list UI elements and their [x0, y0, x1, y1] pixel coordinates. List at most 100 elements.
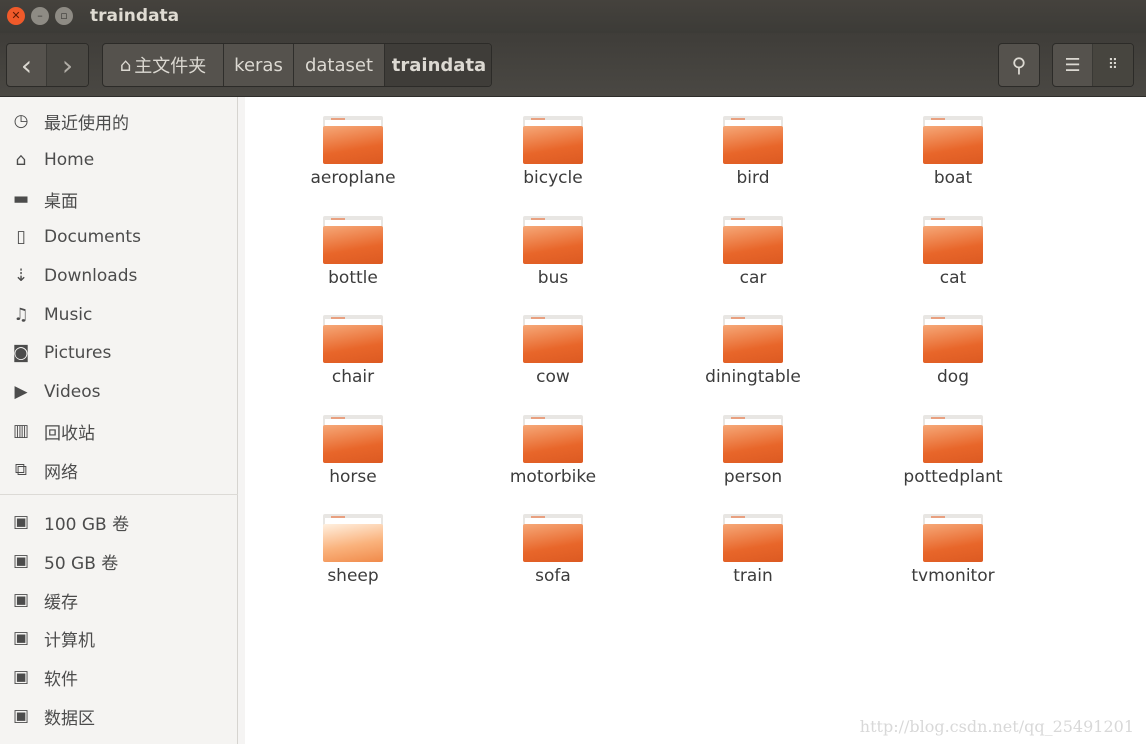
- list-view-icon[interactable]: ☰: [1053, 44, 1094, 86]
- disk-icon: ▣: [12, 706, 30, 726]
- folder-icon: [923, 414, 983, 463]
- breadcrumb-dataset[interactable]: dataset: [294, 44, 385, 86]
- folder-label: bus: [537, 267, 569, 288]
- window-title: traindata: [90, 6, 180, 26]
- clock-icon: ◷: [13, 111, 29, 131]
- forward-button[interactable]: ›: [47, 44, 88, 86]
- folder-item[interactable]: bicycle: [458, 116, 648, 206]
- folder-icon: [323, 514, 383, 562]
- folder-item[interactable]: bottle: [258, 215, 448, 306]
- folder-item[interactable]: pottedplant: [858, 414, 1048, 505]
- sidebar-item[interactable]: ▯ Documents: [0, 218, 238, 256]
- breadcrumb: ⌂ 主文件夹 keras dataset traindata: [102, 43, 492, 87]
- folder-icon: [523, 116, 583, 164]
- folder-item[interactable]: dog: [858, 315, 1048, 405]
- folder-icon: [723, 414, 783, 463]
- folder-item[interactable]: cat: [858, 215, 1048, 306]
- folder-icon: [323, 116, 383, 164]
- sidebar-item[interactable]: ⌂ Home: [0, 141, 238, 179]
- drive-icon: ▣: [12, 512, 30, 532]
- folder-label: train: [733, 566, 773, 586]
- folder-icon: [923, 514, 983, 562]
- sidebar-item-label: Music: [44, 305, 93, 325]
- breadcrumb-label: 主文件夹: [134, 56, 207, 77]
- sidebar-item[interactable]: ♫ Music: [0, 296, 238, 334]
- sidebar-item[interactable]: ▥ 回收站: [0, 412, 238, 450]
- folder-icon: [323, 215, 383, 264]
- sidebar-item[interactable]: ⇣ Downloads: [0, 257, 238, 295]
- network-icon: ⧉: [14, 460, 28, 480]
- sidebar-item-label: 100 GB 卷: [44, 514, 130, 535]
- sidebar-item[interactable]: ▣ 数据区: [0, 697, 238, 735]
- file-grid: aeroplane bicycle bird boat bottle bus car cat c…: [245, 97, 1146, 744]
- grid-view-icon[interactable]: ⠿: [1093, 44, 1133, 86]
- folder-label: dog: [937, 367, 969, 387]
- folder-icon: [923, 215, 983, 264]
- sidebar-item[interactable]: ▣ 100 GB 卷: [0, 503, 238, 541]
- sidebar-item-label: 回收站: [44, 423, 95, 444]
- disk-icon: ▣: [12, 628, 30, 648]
- folder-item[interactable]: boat: [858, 116, 1048, 206]
- sidebar-item[interactable]: ⧉ 网络: [0, 451, 238, 489]
- maximize-icon[interactable]: ▫: [55, 7, 73, 25]
- folder-icon: [323, 414, 383, 463]
- folder-item[interactable]: diningtable: [658, 315, 848, 405]
- sidebar-item[interactable]: ▣ 计算机: [0, 619, 238, 657]
- close-icon[interactable]: ✕: [7, 7, 25, 25]
- sidebar-item-label: Downloads: [44, 266, 138, 286]
- folder-label: pottedplant: [903, 466, 1003, 487]
- sidebar-item-label: Pictures: [44, 343, 112, 363]
- toolbar: ‹ › ⌂ 主文件夹 keras dataset traindata ⚲ ☰ ⠿: [0, 33, 1146, 97]
- sidebar-item-label: 桌面: [44, 191, 78, 212]
- sidebar-item[interactable]: ◙ Pictures: [0, 334, 238, 372]
- search-icon: ⚲: [1011, 53, 1027, 77]
- sidebar-item[interactable]: ▣ 软件: [0, 658, 238, 696]
- breadcrumb-home[interactable]: ⌂ 主文件夹: [103, 44, 224, 86]
- folder-item[interactable]: horse: [258, 414, 448, 505]
- home-icon: ⌂: [15, 150, 27, 170]
- folder-icon: [923, 116, 983, 164]
- document-icon: ▯: [16, 227, 26, 247]
- search-button[interactable]: ⚲: [998, 43, 1040, 87]
- folder-item[interactable]: tvmonitor: [858, 514, 1048, 604]
- minimize-icon[interactable]: –: [31, 7, 49, 25]
- breadcrumb-keras[interactable]: keras: [224, 44, 294, 86]
- folder-item[interactable]: chair: [258, 315, 448, 405]
- folder-label: boat: [933, 168, 973, 188]
- folder-icon: [723, 215, 783, 264]
- sidebar-item[interactable]: ◷ 最近使用的: [0, 102, 238, 140]
- sidebar-item-label: Videos: [44, 382, 101, 402]
- home-icon: ⌂: [119, 54, 132, 76]
- folder-item[interactable]: bird: [658, 116, 848, 206]
- view-toggle: ☰ ⠿: [1052, 43, 1134, 87]
- folder-item[interactable]: person: [658, 414, 848, 505]
- folder-label: bird: [736, 168, 770, 188]
- sidebar-item[interactable]: ▣ 缓存: [0, 581, 238, 619]
- breadcrumb-traindata[interactable]: traindata: [385, 44, 491, 86]
- camera-icon: ◙: [12, 343, 30, 363]
- folder-item[interactable]: sofa: [458, 514, 648, 604]
- folder-item[interactable]: train: [658, 514, 848, 604]
- folder-item[interactable]: cow: [458, 315, 648, 405]
- folder-label: bicycle: [523, 168, 583, 188]
- folder-item[interactable]: sheep: [258, 514, 448, 604]
- nav-buttons: ‹ ›: [6, 43, 89, 87]
- music-icon: ♫: [13, 305, 29, 325]
- sidebar-item[interactable]: ▶ Videos: [0, 373, 238, 411]
- folder-item[interactable]: car: [658, 215, 848, 306]
- sidebar-item[interactable]: ▬ 桌面: [0, 180, 238, 218]
- folder-item[interactable]: aeroplane: [258, 116, 448, 206]
- sidebar-item-label: 缓存: [44, 592, 78, 613]
- sidebar-item-label: 最近使用的: [44, 113, 129, 134]
- back-button[interactable]: ‹: [7, 44, 48, 86]
- folder-label: person: [723, 466, 783, 487]
- sidebar-item-label: 数据区: [44, 708, 95, 729]
- drive-icon: ▣: [12, 551, 30, 571]
- sidebar-item[interactable]: ▣ 50 GB 卷: [0, 542, 238, 580]
- folder-item[interactable]: motorbike: [458, 414, 648, 505]
- folder-label: bottle: [328, 267, 378, 288]
- folder-icon: [523, 315, 583, 363]
- folder-item[interactable]: bus: [458, 215, 648, 306]
- folder-icon: ▬: [12, 189, 30, 209]
- folder-label: horse: [329, 466, 377, 487]
